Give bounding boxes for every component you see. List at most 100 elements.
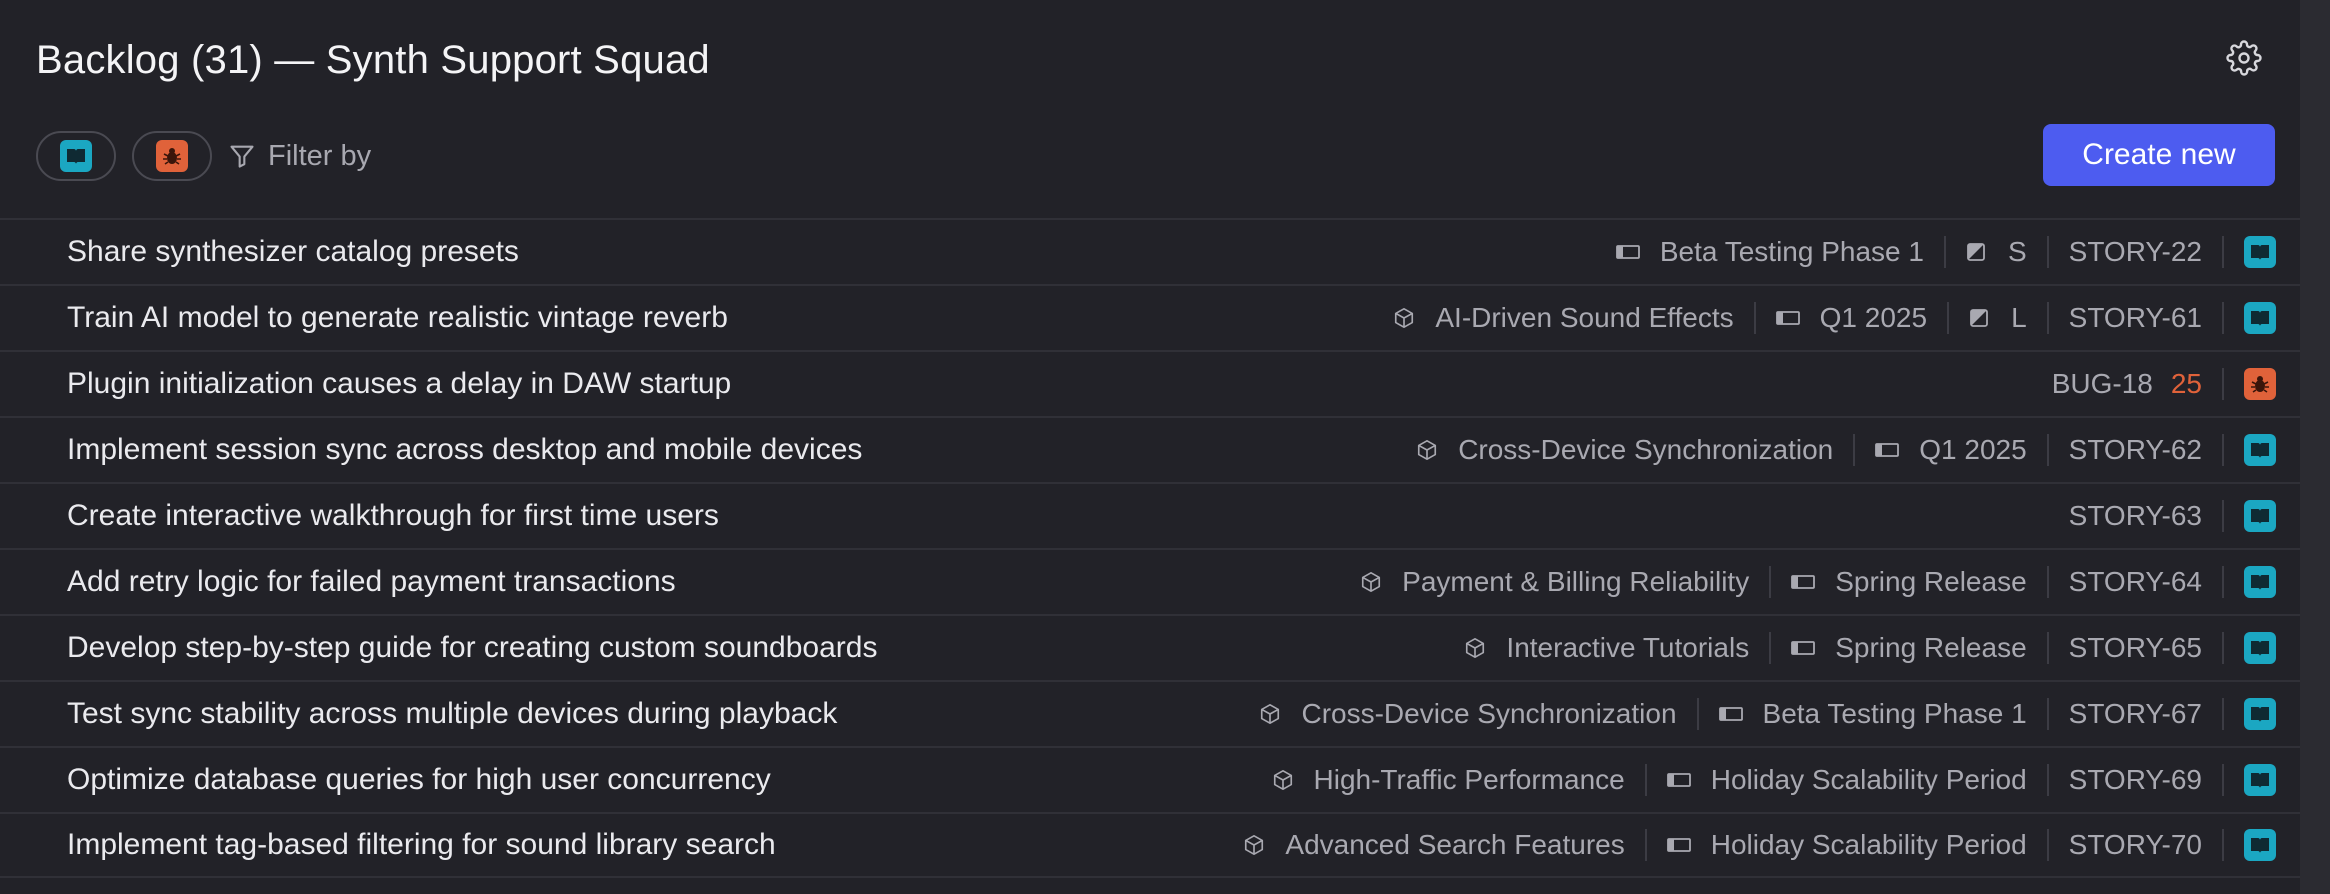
divider <box>2222 632 2224 664</box>
epic-tag[interactable]: Cross-Device Synchronization <box>1259 698 1677 730</box>
sprint-tag[interactable]: Q1 2025 <box>1875 434 2027 466</box>
epic-tag[interactable]: AI-Driven Sound Effects <box>1393 302 1734 334</box>
row-meta: Cross-Device Synchronization Beta Testing… <box>1259 682 2276 746</box>
sprint-label: Spring Release <box>1835 632 2027 663</box>
backlog-row[interactable]: Create interactive walkthrough for first… <box>0 482 2300 548</box>
divider <box>1947 302 1950 334</box>
filter-by-button[interactable]: Filter by <box>228 140 371 173</box>
row-meta: Payment & Billing Reliability Spring Rele… <box>1360 550 2276 614</box>
divider <box>2222 698 2224 730</box>
sprint-icon <box>1875 442 1909 458</box>
epic-icon <box>1243 834 1275 856</box>
epic-tag[interactable]: Cross-Device Synchronization <box>1416 434 1833 466</box>
epic-label: Cross-Device Synchronization <box>1458 434 1834 465</box>
divider <box>2222 434 2224 466</box>
issue-key: STORY-63 <box>2068 500 2202 531</box>
backlog-row[interactable]: Optimize database queries for high user … <box>0 746 2300 812</box>
create-new-button[interactable]: Create new <box>2043 124 2275 186</box>
book-icon <box>2244 302 2276 334</box>
epic-label: Cross-Device Synchronization <box>1301 698 1677 729</box>
epic-icon <box>1393 307 1425 329</box>
sprint-tag[interactable]: Holiday Scalability Period <box>1666 764 2027 796</box>
book-icon <box>2244 764 2276 796</box>
sprint-label: Q1 2025 <box>1819 302 1928 333</box>
book-icon <box>2244 698 2276 730</box>
size-label: S <box>2007 236 2027 267</box>
divider <box>2046 632 2049 664</box>
backlog-row[interactable]: Train AI model to generate realistic vin… <box>0 284 2300 350</box>
row-meta: High-Traffic Performance Holiday Scalabil… <box>1272 748 2276 812</box>
row-title: Optimize database queries for high user … <box>67 763 771 796</box>
epic-tag[interactable]: High-Traffic Performance <box>1272 764 1625 796</box>
size-label: L <box>2011 302 2027 333</box>
divider <box>1644 829 1647 861</box>
gear-icon[interactable] <box>2226 40 2262 76</box>
divider <box>2222 566 2224 598</box>
sprint-icon <box>1666 772 1701 788</box>
issue-key: STORY-65 <box>2068 632 2202 663</box>
story-type-filter-chip[interactable] <box>36 131 116 181</box>
epic-tag[interactable]: Interactive Tutorials <box>1464 632 1749 664</box>
page-title: Backlog (31) — Synth Support Squad <box>36 37 710 82</box>
size-tag[interactable]: L <box>1969 302 2027 334</box>
sprint-tag[interactable]: Spring Release <box>1791 632 2027 664</box>
sprint-icon <box>1791 640 1825 656</box>
row-title: Add retry logic for failed payment trans… <box>67 565 676 598</box>
epic-label: Payment & Billing Reliability <box>1402 566 1750 597</box>
bug-icon <box>2244 368 2276 400</box>
sprint-label: Q1 2025 <box>1919 434 2027 465</box>
bug-icon <box>156 140 188 172</box>
header: Backlog (31) — Synth Support Squad <box>36 30 710 90</box>
sprint-icon <box>1666 837 1701 853</box>
row-meta: Interactive Tutorials Spring Release STORY… <box>1464 616 2276 680</box>
sprint-icon <box>1791 574 1825 590</box>
backlog-row[interactable]: Implement session sync across desktop an… <box>0 416 2300 482</box>
book-icon <box>2244 566 2276 598</box>
epic-label: High-Traffic Performance <box>1313 764 1625 795</box>
scrollbar[interactable] <box>2300 0 2330 894</box>
epic-tag[interactable]: Advanced Search Features <box>1243 829 1625 861</box>
sprint-tag[interactable]: Q1 2025 <box>1775 302 1928 334</box>
book-icon <box>2244 500 2276 532</box>
epic-label: Advanced Search Features <box>1285 829 1625 860</box>
row-title: Test sync stability across multiple devi… <box>67 697 838 730</box>
epic-tag[interactable]: Payment & Billing Reliability <box>1360 566 1749 598</box>
epic-icon <box>1272 769 1304 791</box>
divider <box>2046 302 2049 334</box>
size-icon <box>1966 242 1996 262</box>
row-meta: STORY-63 <box>2069 484 2276 548</box>
backlog-row[interactable]: Test sync stability across multiple devi… <box>0 680 2300 746</box>
backlog-row[interactable]: Plugin initialization causes a delay in … <box>0 350 2300 416</box>
epic-icon <box>1259 703 1291 725</box>
size-tag[interactable]: S <box>1966 236 2027 268</box>
sprint-tag[interactable]: Beta Testing Phase 1 <box>1718 698 2027 730</box>
sprint-tag[interactable]: Holiday Scalability Period <box>1666 829 2027 861</box>
backlog-row[interactable]: Implement tag-based filtering for sound … <box>0 812 2300 878</box>
size-icon <box>1969 308 1999 328</box>
divider <box>2046 434 2049 466</box>
sprint-icon <box>1775 310 1810 326</box>
divider <box>2222 368 2224 400</box>
sprint-label: Spring Release <box>1835 566 2027 597</box>
row-title: Implement session sync across desktop an… <box>67 433 863 466</box>
backlog-row[interactable]: Develop step-by-step guide for creating … <box>0 614 2300 680</box>
epic-icon <box>1360 571 1392 593</box>
row-meta: Cross-Device Synchronization Q1 2025 STORY… <box>1416 418 2276 482</box>
divider <box>2046 698 2049 730</box>
divider <box>1753 302 1756 334</box>
epic-icon <box>1416 439 1448 461</box>
divider <box>2046 829 2049 861</box>
divider <box>2222 302 2224 334</box>
row-meta: AI-Driven Sound Effects Q1 2025 L STORY-61 <box>1393 286 2276 350</box>
sprint-tag[interactable]: Spring Release <box>1791 566 2027 598</box>
bug-type-filter-chip[interactable] <box>132 131 212 181</box>
divider <box>1769 632 1772 664</box>
sprint-label: Beta Testing Phase 1 <box>1659 236 1924 267</box>
sprint-tag[interactable]: Beta Testing Phase 1 <box>1615 236 1924 268</box>
backlog-row[interactable]: Add retry logic for failed payment trans… <box>0 548 2300 614</box>
issue-key: STORY-22 <box>2068 236 2202 267</box>
funnel-icon <box>230 145 254 168</box>
issue-key: STORY-61 <box>2068 302 2202 333</box>
backlog-row[interactable]: Share synthesizer catalog presets Beta Te… <box>0 218 2300 284</box>
filter-by-label: Filter by <box>268 139 372 172</box>
